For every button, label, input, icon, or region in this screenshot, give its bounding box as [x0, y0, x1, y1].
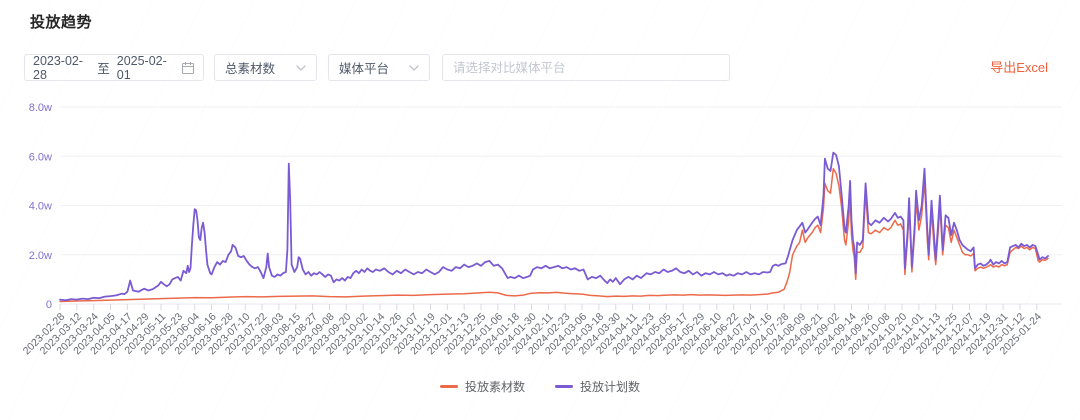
svg-text:4.0w: 4.0w: [29, 201, 52, 213]
svg-text:6.0w: 6.0w: [29, 151, 52, 163]
materials-series-line: [59, 167, 1049, 303]
legend-item-plans[interactable]: 投放计划数: [555, 378, 640, 395]
trend-line-chart: 0 2.0w 4.0w 6.0w 8.0w 2023-02-282023-03-12202…: [21, 102, 1062, 358]
svg-text:8.0w: 8.0w: [29, 102, 52, 114]
legend-label: 投放素材数: [464, 380, 525, 394]
legend-item-materials[interactable]: 投放素材数: [439, 378, 525, 395]
x-axis-ticks: [59, 304, 1038, 310]
svg-text:0: 0: [46, 299, 52, 311]
plans-series-line: [59, 151, 1049, 302]
svg-text:2.0w: 2.0w: [29, 250, 52, 262]
chart-legend: 投放素材数 投放计划数: [0, 378, 1080, 395]
x-axis-labels: 2023-02-282023-03-122023-03-242023-04-05…: [21, 311, 1044, 358]
y-axis-labels: 0 2.0w 4.0w 6.0w 8.0w: [29, 102, 52, 311]
legend-label: 投放计划数: [580, 380, 641, 394]
legend-line-marker: [555, 385, 573, 388]
legend-line-marker: [439, 385, 458, 388]
